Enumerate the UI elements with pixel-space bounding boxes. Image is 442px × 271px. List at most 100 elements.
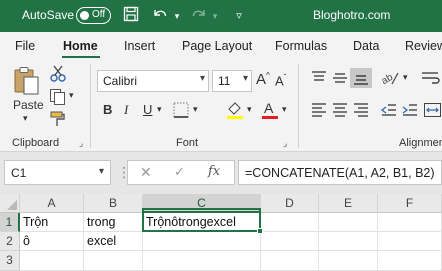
close-icon[interactable]: ✕ [140,164,152,181]
undo-icon[interactable] [149,6,171,26]
font-name-value: Calibri [103,74,138,88]
paste-dropdown-icon[interactable]: ▾ [23,113,28,124]
borders-icon[interactable] [172,101,190,119]
formula-buttons: ✕ ✓ fx [127,160,235,185]
copy-dropdown-icon[interactable]: ▾ [69,90,74,101]
cell-c3[interactable] [143,251,261,271]
group-separator [90,64,91,148]
font-size-value: 11 [218,74,231,88]
cell-f1[interactable] [378,213,442,232]
cut-icon[interactable] [50,64,66,82]
align-top-icon[interactable] [310,70,328,86]
row-header-1[interactable]: 1 [0,213,20,232]
bold-button[interactable]: B [103,102,112,117]
tab-home[interactable]: Home [63,39,98,53]
cell-a3[interactable] [20,251,84,271]
cell-b3[interactable] [84,251,143,271]
orientation-dropdown-icon[interactable]: ▾ [403,72,408,83]
formula-bar: C1 ▾ ⋮ ✕ ✓ fx =CONCATENATE(A1, A2, B1, B… [0,152,442,194]
clipboard-dialog-launcher-icon[interactable]: ⌟ [79,138,83,149]
tab-formulas[interactable]: Formulas [275,39,327,53]
clipboard-group-label: Clipboard [12,137,60,149]
name-box[interactable]: C1 ▾ [4,160,111,185]
borders-dropdown-icon[interactable]: ▾ [193,104,198,115]
undo-dropdown-icon[interactable]: ▾ [172,6,182,26]
formula-input[interactable]: =CONCATENATE(A1, A2, B1, B2) [238,160,442,185]
tab-data[interactable]: Data [353,39,379,53]
row-header-3[interactable]: 3 [0,251,20,271]
grow-font-icon[interactable]: A^ [256,71,270,88]
tab-insert[interactable]: Insert [124,39,155,53]
fill-color-dropdown-icon[interactable]: ▾ [247,104,252,115]
name-box-value: C1 [11,166,27,180]
cell-e3[interactable] [319,251,378,271]
chevron-down-icon: ▾ [242,73,248,84]
copy-icon[interactable] [49,88,67,106]
save-icon[interactable] [121,6,141,26]
cell-e1[interactable] [319,213,378,232]
wrap-text-icon[interactable] [420,68,442,88]
ribbon: Paste ▾ ▾ Clipboard ⌟ Calibri ▾ 11 ▾ A^ … [0,58,442,152]
align-middle-icon[interactable] [331,70,349,86]
cell-a2[interactable]: ô [20,232,84,251]
redo-dropdown-icon[interactable]: ▾ [210,6,220,26]
column-header-e[interactable]: E [319,194,378,213]
orientation-icon[interactable]: ab [379,68,401,88]
cell-f2[interactable] [378,232,442,251]
align-center-icon[interactable] [331,102,349,118]
cell-b1[interactable]: trong [84,213,143,232]
column-header-f[interactable]: F [378,194,442,213]
font-size-select[interactable]: 11 ▾ [212,70,252,92]
increase-indent-icon[interactable] [401,102,419,118]
insert-function-icon[interactable]: fx [208,164,220,179]
font-name-select[interactable]: Calibri ▾ [97,70,209,92]
merge-center-icon[interactable] [423,102,442,118]
cell-d1[interactable] [261,213,319,232]
customize-toolbar-icon[interactable]: ▿ [232,6,246,26]
cell-c2[interactable] [143,232,261,251]
autosave-state: Off [92,9,106,20]
font-color-icon[interactable]: A [261,100,279,120]
underline-button[interactable]: U [143,102,152,117]
cell-a1[interactable]: Trộn [20,213,84,232]
ribbon-tabs: File Home Insert Page Layout Formulas Da… [0,32,442,58]
toggle-knob [80,11,89,20]
column-header-a[interactable]: A [20,194,84,213]
fill-color-icon[interactable] [225,100,245,120]
tab-page-layout[interactable]: Page Layout [182,39,252,53]
column-header-b[interactable]: B [84,194,143,213]
font-group-label: Font [176,137,199,149]
italic-button[interactable]: I [124,102,128,118]
column-header-d[interactable]: D [261,194,319,213]
cell-b2[interactable]: excel [84,232,143,251]
format-painter-icon[interactable] [49,110,67,128]
align-left-icon[interactable] [310,102,328,118]
tab-file[interactable]: File [15,39,35,53]
chevron-down-icon: ▾ [199,73,205,84]
tab-review[interactable]: Review [405,39,442,53]
fill-handle[interactable] [257,228,263,234]
svg-text:ab: ab [380,72,396,87]
active-cell-border [142,208,263,234]
cell-f3[interactable] [378,251,442,271]
cell-e2[interactable] [319,232,378,251]
chevron-down-icon: ▾ [98,166,104,177]
paste-icon[interactable] [12,66,44,96]
align-right-icon[interactable] [352,102,370,118]
autosave-label: AutoSave [22,8,75,22]
paste-label[interactable]: Paste [13,98,44,112]
decrease-indent-icon[interactable] [380,102,398,118]
font-dialog-launcher-icon[interactable]: ⌟ [283,138,287,149]
font-color-dropdown-icon[interactable]: ▾ [282,104,287,115]
check-icon[interactable]: ✓ [174,164,185,180]
cell-d2[interactable] [261,232,319,251]
select-all-corner[interactable] [0,194,20,213]
align-bottom-icon[interactable] [350,68,372,88]
shrink-font-icon[interactable]: Aˇ [275,73,286,88]
document-title: Bloghotro.com [313,8,391,22]
redo-icon[interactable] [188,6,210,26]
underline-dropdown-icon[interactable]: ▾ [157,104,162,115]
autosave-toggle[interactable]: Off [76,7,111,24]
row-header-2[interactable]: 2 [0,232,20,251]
cell-d3[interactable] [261,251,319,271]
